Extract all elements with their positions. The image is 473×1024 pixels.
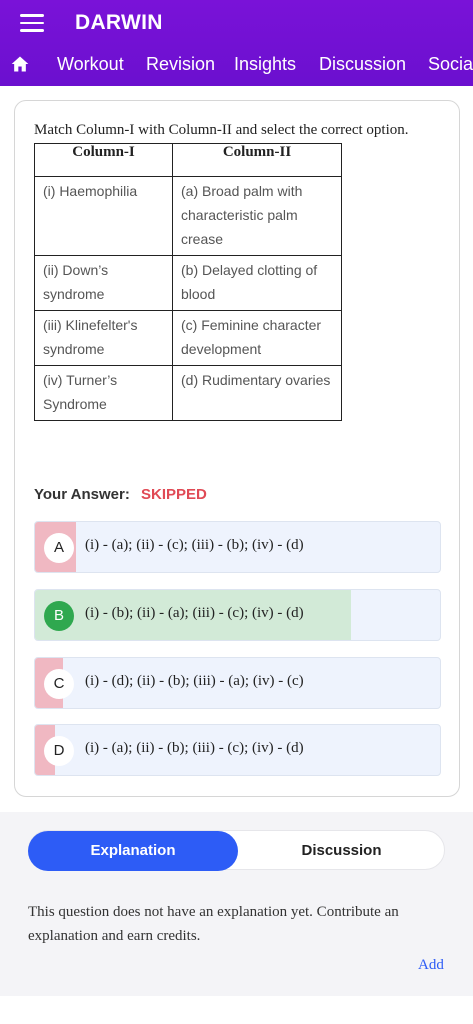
option-a-text: (i) - (a); (ii) - (c); (iii) - (b); (iv)… [85,537,304,553]
nav-social[interactable]: Social [428,54,473,75]
table-cell: (iii) Klinefelter's syndrome [34,310,173,366]
nav-workout[interactable]: Workout [57,54,124,75]
home-icon[interactable] [10,54,30,74]
question-text: Match Column-I with Column-II and select… [34,122,409,138]
option-b-text: (i) - (b); (ii) - (a); (iii) - (c); (iv)… [85,605,304,621]
explanation-section: Explanation Discussion This question doe… [0,812,473,996]
option-c[interactable]: C (i) - (d); (ii) - (b); (iii) - (a); (i… [34,657,441,709]
option-b[interactable]: B (i) - (b); (ii) - (a); (iii) - (c); (i… [34,589,441,641]
option-a[interactable]: A (i) - (a); (ii) - (c); (iii) - (b); (i… [34,521,441,573]
option-a-letter: A [44,533,74,563]
table-header: Column-II [172,143,342,177]
table-cell: (iv) Turner’s Syndrome [34,365,173,421]
table-cell: (c) Feminine character development [172,310,342,366]
your-answer-label: Your Answer: [34,486,130,503]
table-cell: (i) Haemophilia [34,176,173,256]
table-header: Column-I [34,143,173,177]
option-c-text: (i) - (d); (ii) - (b); (iii) - (a); (iv)… [85,673,304,689]
nav-discussion[interactable]: Discussion [319,54,406,75]
option-d[interactable]: D (i) - (a); (ii) - (b); (iii) - (c); (i… [34,724,441,776]
table-cell: (a) Broad palm with characteristic palm … [172,176,342,256]
table-row: (iv) Turner’s Syndrome (d) Rudimentary o… [34,365,342,421]
add-explanation-link[interactable]: Add [418,957,444,974]
table-row: (iii) Klinefelter's syndrome (c) Feminin… [34,310,342,366]
answer-status: SKIPPED [141,486,207,503]
question-card: Match Column-I with Column-II and select… [14,100,460,797]
top-app-bar: DARWIN Workout Revision Insights Discuss… [0,0,473,86]
table-row: (i) Haemophilia (a) Broad palm with char… [34,176,342,256]
table-row: (ii) Down’s syndrome (b) Delayed clottin… [34,255,342,311]
table-cell: (d) Rudimentary ovaries [172,365,342,421]
nav-tabs: Workout Revision Insights Discussion Soc… [0,44,473,84]
nav-revision[interactable]: Revision [146,54,215,75]
nav-insights[interactable]: Insights [234,54,296,75]
match-table: Column-I Column-II (i) Haemophilia (a) B… [34,143,342,421]
option-b-letter: B [44,601,74,631]
explanation-text: This question does not have an explanati… [28,904,399,944]
option-d-letter: D [44,736,74,766]
hamburger-menu-icon[interactable] [20,14,44,32]
tab-discussion[interactable]: Discussion [237,831,446,871]
tab-explanation[interactable]: Explanation [28,831,238,871]
table-cell: (b) Delayed clotting of blood [172,255,342,311]
app-title: DARWIN [75,11,163,34]
option-c-letter: C [44,669,74,699]
option-d-text: (i) - (a); (ii) - (b); (iii) - (c); (iv)… [85,740,304,756]
table-cell: (ii) Down’s syndrome [34,255,173,311]
explanation-tabs: Explanation Discussion [28,830,446,871]
